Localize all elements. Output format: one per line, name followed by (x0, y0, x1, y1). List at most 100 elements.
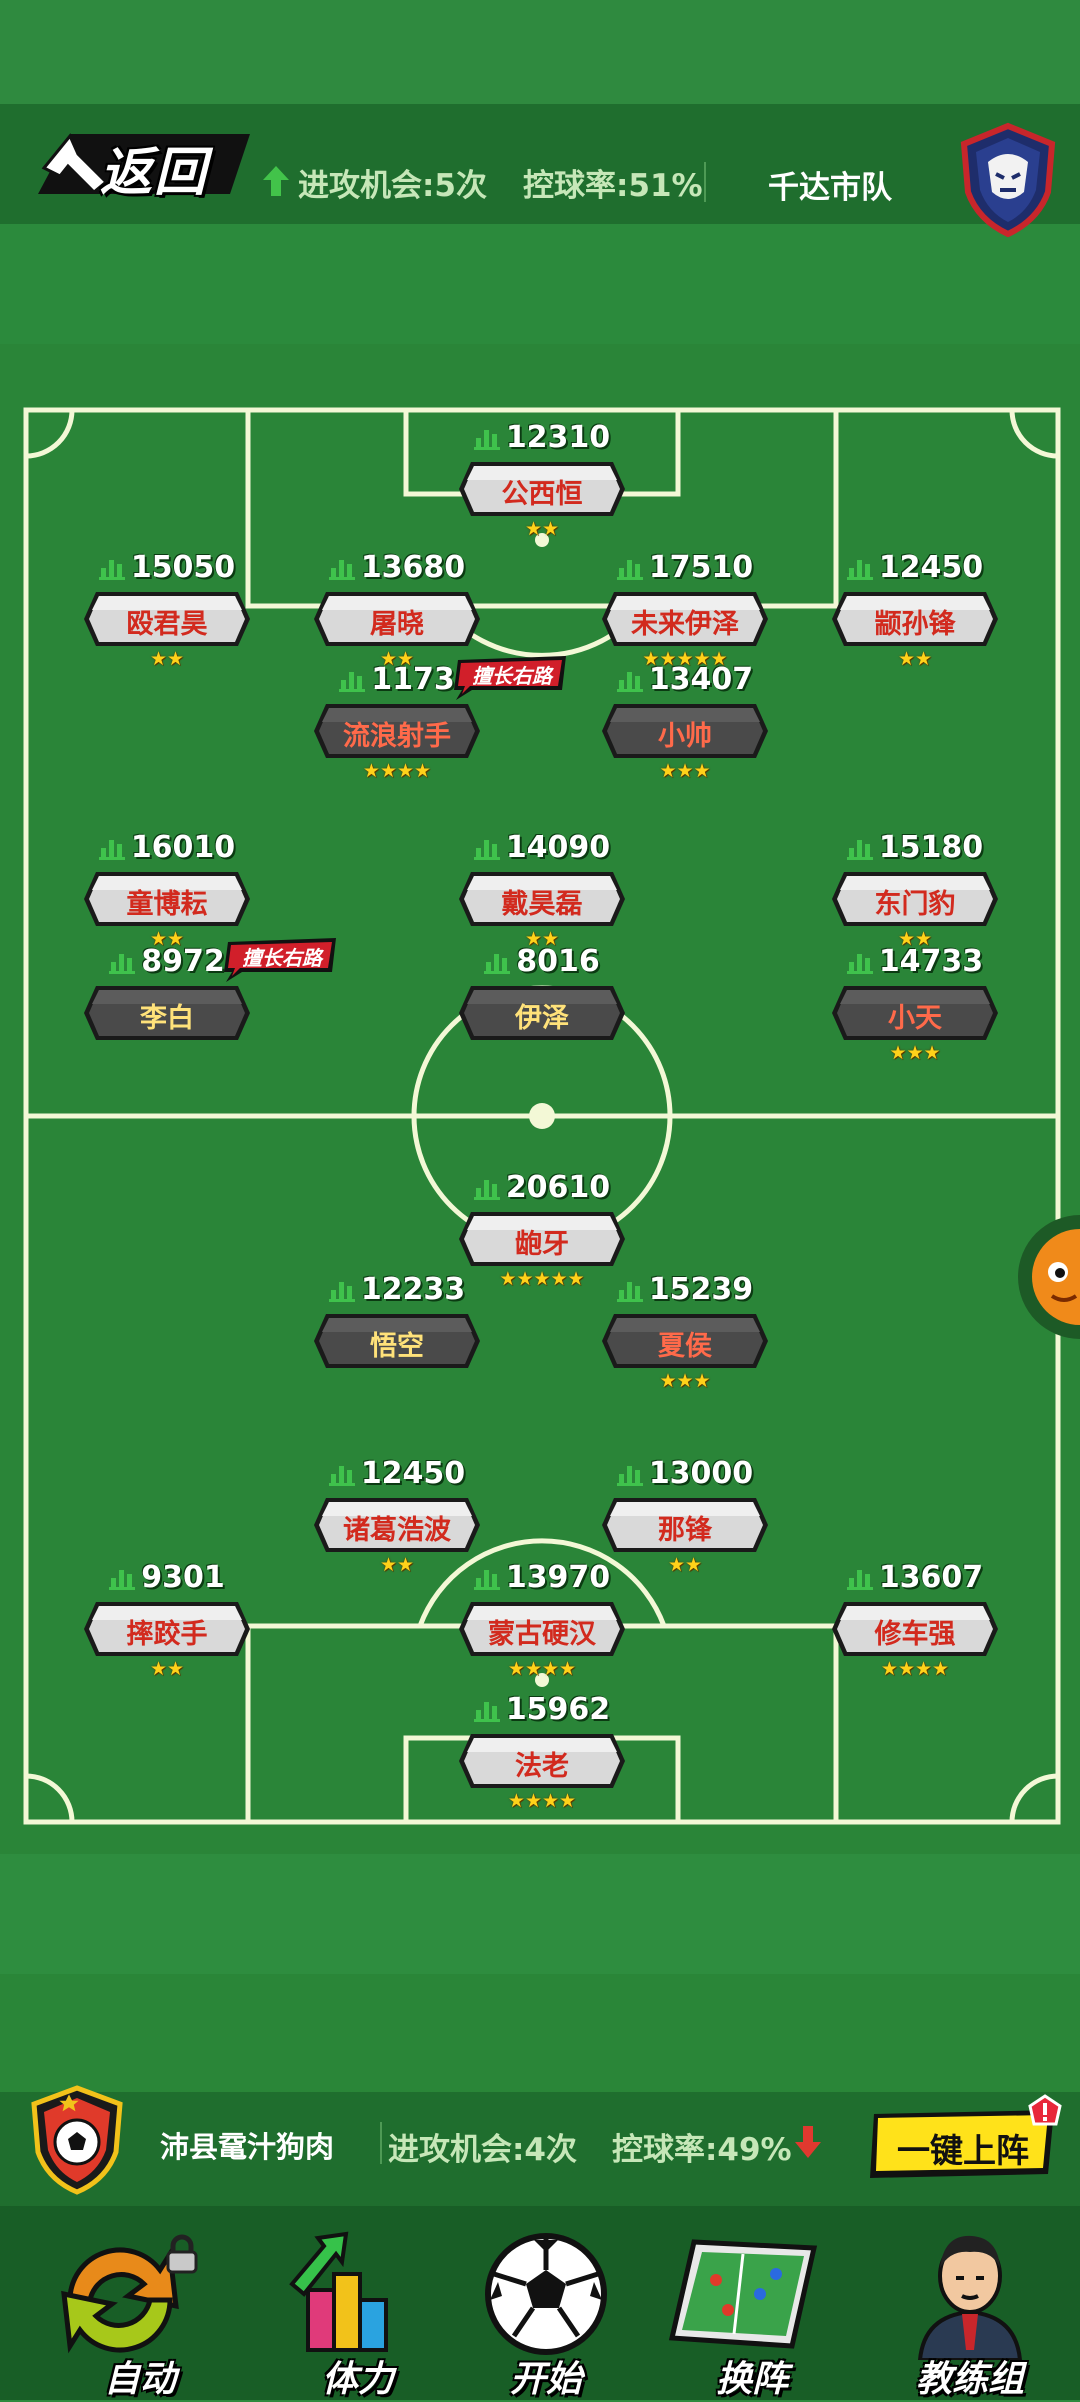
player-hp: 13000 (600, 1456, 770, 1492)
hp-bar-icon (473, 1180, 500, 1200)
player-card[interactable]: 9301 摔跤手 ★★ (82, 1560, 252, 1740)
player-name: 诸葛浩波 (343, 1515, 451, 1546)
player-hp: 14090 (457, 830, 627, 866)
formation-button[interactable]: 换阵 (652, 2220, 852, 2400)
player-hp-value: 12233 (360, 1272, 466, 1307)
player-name: 那锋 (658, 1515, 712, 1546)
hp-bar-icon (109, 1570, 136, 1590)
coach-label: 教练组 (915, 2359, 1024, 2400)
auto-lineup-label[interactable]: 一键上阵 (868, 2124, 1058, 2172)
player-hp-value: 15050 (130, 550, 236, 585)
player-stars: ★★★★ (362, 760, 432, 782)
player-card[interactable]: 12450 颛孙锋 ★★ (830, 550, 1000, 730)
player-stars: ★★ (524, 518, 560, 540)
player-hp-value: 14090 (505, 830, 611, 865)
skill-tag-label: 擅长右路 (472, 664, 552, 688)
player-card[interactable]: 1173 流浪射手 ★★★★ 擅长右路 (312, 656, 566, 842)
hp-bar-icon (846, 954, 873, 974)
player-card[interactable]: 15050 殴君昊 ★★ (82, 550, 252, 730)
stamina-chart-icon (289, 2231, 388, 2352)
hp-bar-icon (616, 672, 643, 692)
hp-bar-icon (473, 1570, 500, 1590)
stamina-label: 体力 (321, 2359, 394, 2400)
player-hp: 15050 (82, 550, 252, 586)
hp-bar-icon (846, 840, 873, 860)
player-name: 殴君昊 (126, 609, 208, 640)
player-hp-value: 12310 (505, 420, 611, 455)
player-hp: 12233 (312, 1272, 482, 1308)
player-name: 戴昊磊 (501, 889, 583, 920)
hp-bar-icon (846, 560, 873, 580)
player-name: 李白 (140, 1003, 194, 1034)
player-name: 修车强 (874, 1619, 956, 1650)
player-name: 颛孙锋 (874, 609, 956, 640)
player-card[interactable]: 15239 夏侯 ★★★ (600, 1272, 770, 1452)
hp-bar-icon (473, 840, 500, 860)
hp-bar-icon (109, 954, 136, 974)
player-name: 伊泽 (515, 1003, 569, 1034)
alert-badge-icon (1028, 2094, 1062, 2126)
coach-icon (917, 2235, 1023, 2360)
player-name: 未来伊泽 (631, 609, 739, 640)
player-hp-value: 13680 (360, 550, 466, 585)
auto-button[interactable]: 自动 (40, 2220, 240, 2400)
player-hp-value: 15180 (878, 830, 984, 865)
hp-bar-icon (484, 954, 511, 974)
auto-label: 自动 (103, 2359, 176, 2400)
my-attack-chances: 进攻机会:4次 (388, 2132, 577, 2168)
player-hp: 12310 (457, 420, 627, 456)
my-possession: 控球率:49% (612, 2132, 792, 2168)
player-hp: 13970 (457, 1560, 627, 1596)
player-card[interactable]: 13607 修车强 ★★★★ (830, 1560, 1000, 1740)
player-card[interactable]: 14733 小天 ★★★ (830, 944, 1000, 1124)
player-name: 公西恒 (501, 479, 583, 510)
stamina-button[interactable]: 体力 (258, 2220, 458, 2400)
hp-bar-icon (616, 1282, 643, 1302)
player-hp-value: 12450 (360, 1456, 466, 1491)
player-hp: 20610 (457, 1170, 627, 1206)
player-hp-value: 13000 (648, 1456, 754, 1491)
hp-bar-icon (98, 840, 125, 860)
player-hp: 15180 (830, 830, 1000, 866)
player-name: 童博耘 (126, 889, 208, 920)
player-hp-value: 14733 (878, 944, 984, 979)
player-hp-value: 17510 (648, 550, 754, 585)
player-hp: 12450 (312, 1456, 482, 1492)
player-name: 摔跤手 (126, 1619, 208, 1650)
start-button[interactable]: 开始 (446, 2220, 646, 2400)
hp-bar-icon (339, 672, 366, 692)
player-hp-value: 13607 (878, 1560, 984, 1595)
hp-bar-icon (846, 1570, 873, 1590)
player-card[interactable]: 12233 悟空 (312, 1272, 482, 1452)
player-hp: 12450 (830, 550, 1000, 586)
hp-bar-icon (473, 1702, 500, 1722)
player-hp-value: 16010 (130, 830, 236, 865)
coach-button[interactable]: 教练组 (870, 2220, 1070, 2400)
player-card[interactable]: 15962 法老 ★★★★ (457, 1692, 627, 1872)
player-name: 东门豹 (874, 889, 956, 920)
player-card[interactable]: 8016 伊泽 (457, 944, 627, 1124)
player-hp: 13407 (600, 662, 770, 698)
player-name: 流浪射手 (343, 721, 451, 752)
player-name: 蒙古硬汉 (488, 1619, 596, 1650)
mascot-icon[interactable] (1012, 1212, 1080, 1342)
player-hp-value: 15962 (505, 1692, 611, 1727)
player-stars: ★★ (149, 1658, 185, 1680)
down-arrow-icon (795, 2126, 821, 2158)
start-label: 开始 (509, 2359, 582, 2400)
player-hp: 13607 (830, 1560, 1000, 1596)
player-stars: ★★★ (659, 1370, 711, 1392)
player-card[interactable]: 13407 小帅 ★★★ (600, 662, 770, 842)
player-name: 小帅 (658, 721, 712, 752)
tactics-board-icon (668, 2239, 818, 2349)
hp-bar-icon (473, 430, 500, 450)
player-hp-value: 13407 (648, 662, 754, 697)
player-name: 屠晓 (370, 609, 424, 640)
player-stars: ★★ (897, 648, 933, 670)
hp-bar-icon (328, 1466, 355, 1486)
player-card[interactable]: 8972 李白 擅长右路 (82, 938, 336, 1124)
player-hp-value: 8972 (141, 944, 225, 979)
player-hp-value: 1173 (371, 662, 455, 697)
my-team-name: 沛县鼋汁狗肉 (160, 2130, 335, 2164)
player-name: 龅牙 (515, 1229, 569, 1260)
